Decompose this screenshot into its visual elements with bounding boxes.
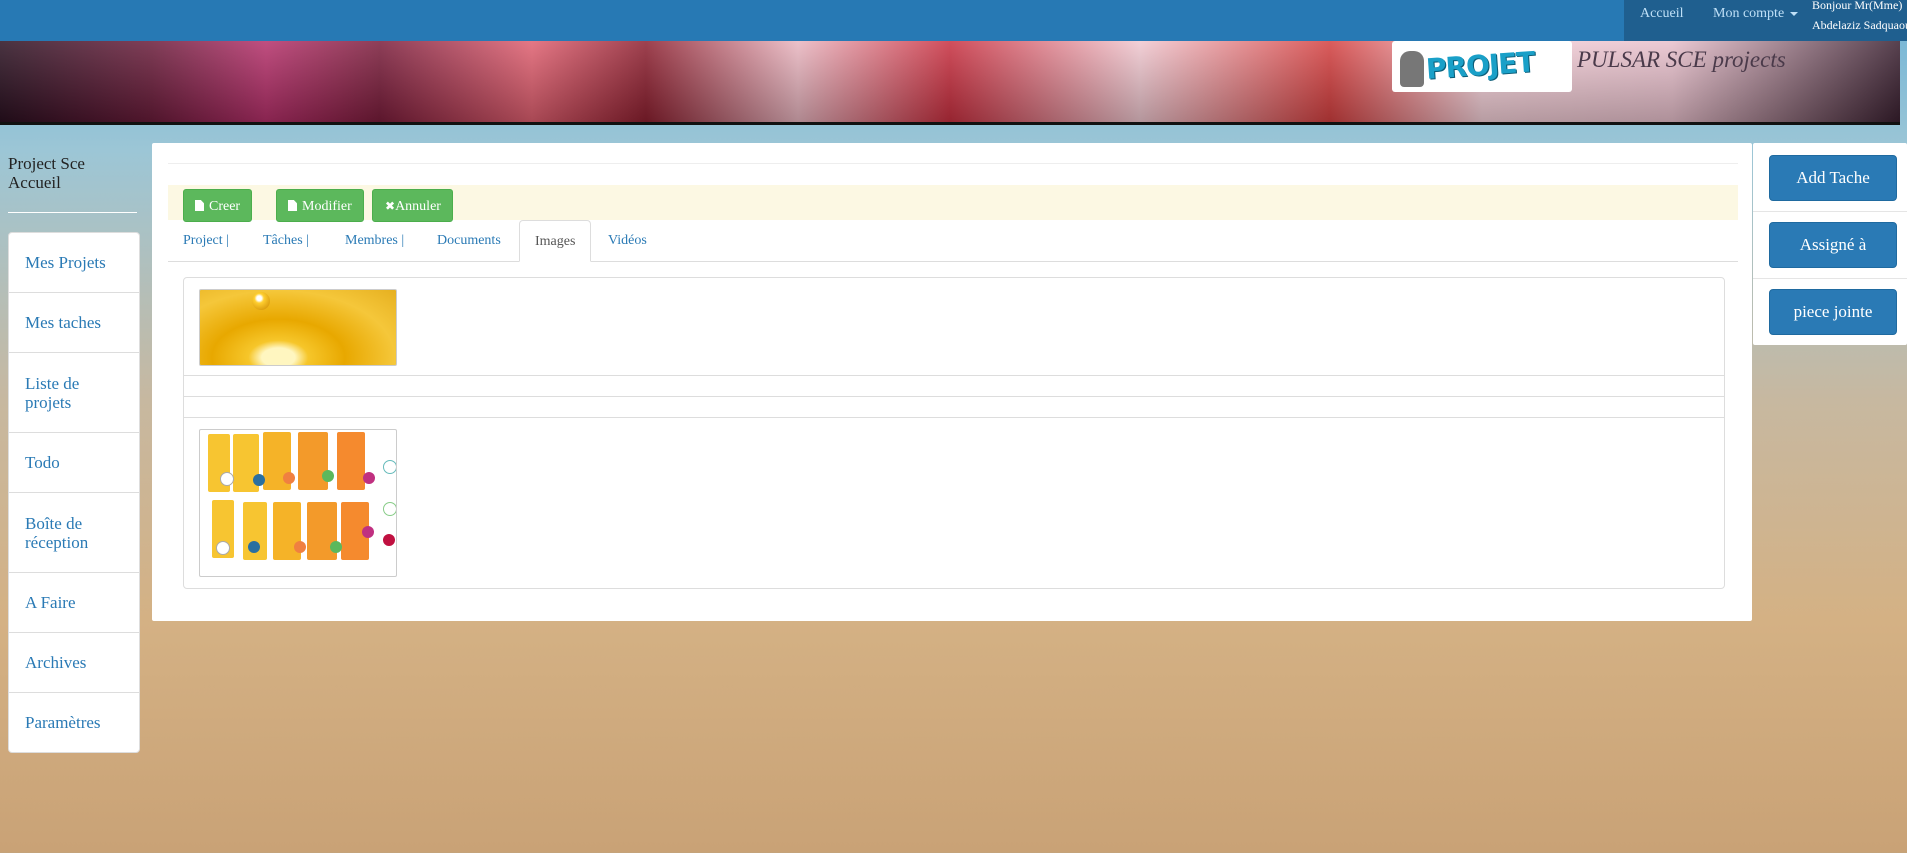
sidebar-item-label: A Faire xyxy=(25,593,76,612)
image-thumbnail[interactable] xyxy=(199,289,397,366)
gallery-row-divider xyxy=(184,375,1724,376)
sidebar-item-liste-projets[interactable]: Liste de projets xyxy=(9,353,139,433)
nav-home-link[interactable]: Accueil xyxy=(1640,6,1684,22)
sidebar-item-label: Liste de projets xyxy=(25,373,80,412)
sidebar-item-label: Archives xyxy=(25,653,87,672)
logo-figure-icon xyxy=(1400,51,1424,87)
sidebar-menu: Mes Projets Mes taches Liste de projets … xyxy=(8,232,140,753)
flow-node xyxy=(383,534,395,546)
cancel-button[interactable]: ✖Annuler xyxy=(372,189,453,222)
sidebar-item-label: Todo xyxy=(25,453,60,472)
flow-node xyxy=(363,472,375,484)
assigned-button[interactable]: Assigné à xyxy=(1769,222,1897,268)
flow-node xyxy=(220,472,234,486)
flow-block xyxy=(337,432,365,490)
tab-videos[interactable]: Vidéos xyxy=(593,220,662,261)
flow-node xyxy=(383,460,396,474)
flow-block xyxy=(298,432,328,490)
sidebar-item-parametres[interactable]: Paramètres xyxy=(9,693,139,752)
tab-project[interactable]: Project | xyxy=(168,220,244,261)
edit-label: Modifier xyxy=(302,199,352,214)
greeting-line-2: Abdelaziz Sadquaoui xyxy=(1812,18,1907,32)
caret-down-icon xyxy=(1790,11,1799,16)
sidebar-divider xyxy=(8,212,137,213)
project-logo: PROJET xyxy=(1392,41,1572,92)
edit-button[interactable]: Modifier xyxy=(276,189,364,222)
sidebar-item-label: Paramètres xyxy=(25,713,101,732)
right-divider xyxy=(1753,211,1907,212)
image-thumbnail[interactable] xyxy=(199,429,397,577)
create-label: Creer xyxy=(209,199,241,214)
sidebar-item-mes-projets[interactable]: Mes Projets xyxy=(9,233,139,293)
user-greeting: Bonjour Mr(Mme) Abdelaziz Sadquaoui xyxy=(1812,0,1907,35)
sidebar-item-archives[interactable]: Archives xyxy=(9,633,139,693)
add-task-button[interactable]: Add Tache xyxy=(1769,155,1897,201)
sidebar-item-boite-reception[interactable]: Boîte de réception xyxy=(9,493,139,573)
oil-drop-graphic xyxy=(252,292,270,310)
sidebar-item-mes-taches[interactable]: Mes taches xyxy=(9,293,139,353)
close-icon: ✖ xyxy=(385,199,396,213)
flow-node xyxy=(248,541,260,553)
file-icon xyxy=(195,200,204,211)
sidebar-item-todo[interactable]: Todo xyxy=(9,433,139,493)
tab-documents[interactable]: Documents xyxy=(422,220,516,261)
flow-node xyxy=(283,472,295,484)
flow-node xyxy=(322,470,334,482)
action-toolbar: Creer Modifier ✖Annuler xyxy=(168,185,1738,222)
logo-text: PROJET xyxy=(1424,45,1536,86)
tab-membres[interactable]: Membres | xyxy=(330,220,419,261)
flow-node xyxy=(362,526,374,538)
create-button[interactable]: Creer xyxy=(183,189,253,222)
greeting-line-1: Bonjour Mr(Mme) xyxy=(1812,0,1903,12)
tab-bar: Project | Tâches | Membres | Documents I… xyxy=(168,220,1738,262)
brand-title: PULSAR SCE projects xyxy=(1577,47,1786,72)
cancel-label: Annuler xyxy=(395,199,441,214)
sidebar-item-label: Mes Projets xyxy=(25,253,106,272)
sidebar-title: Project Sce Accueil xyxy=(8,154,85,192)
right-panel: Add Tache Assigné à piece jointe xyxy=(1753,143,1907,345)
sidebar-item-label: Mes taches xyxy=(25,313,102,332)
tab-images[interactable]: Images xyxy=(519,220,592,262)
main-panel: Creer Modifier ✖Annuler Project | Tâches… xyxy=(152,143,1752,621)
gallery-row-divider xyxy=(184,396,1724,397)
tab-taches[interactable]: Tâches | xyxy=(248,220,324,261)
flow-node xyxy=(383,502,396,516)
gallery-row-divider xyxy=(184,417,1724,418)
image-gallery xyxy=(183,277,1725,589)
top-rule xyxy=(168,163,1738,164)
attachment-button[interactable]: piece jointe xyxy=(1769,289,1897,335)
sidebar-item-label: Boîte de réception xyxy=(25,513,89,552)
nav-account-label: Mon compte xyxy=(1713,6,1785,21)
file-icon xyxy=(288,200,297,211)
top-navbar: Accueil Mon compte Bonjour Mr(Mme) Abdel… xyxy=(0,0,1907,41)
nav-account-dropdown[interactable]: Mon compte xyxy=(1713,6,1799,22)
flow-node xyxy=(253,474,265,486)
sidebar-item-a-faire[interactable]: A Faire xyxy=(9,573,139,633)
flow-node xyxy=(294,541,306,553)
flow-node xyxy=(216,541,230,555)
right-divider xyxy=(1753,278,1907,279)
flow-node xyxy=(330,541,342,553)
